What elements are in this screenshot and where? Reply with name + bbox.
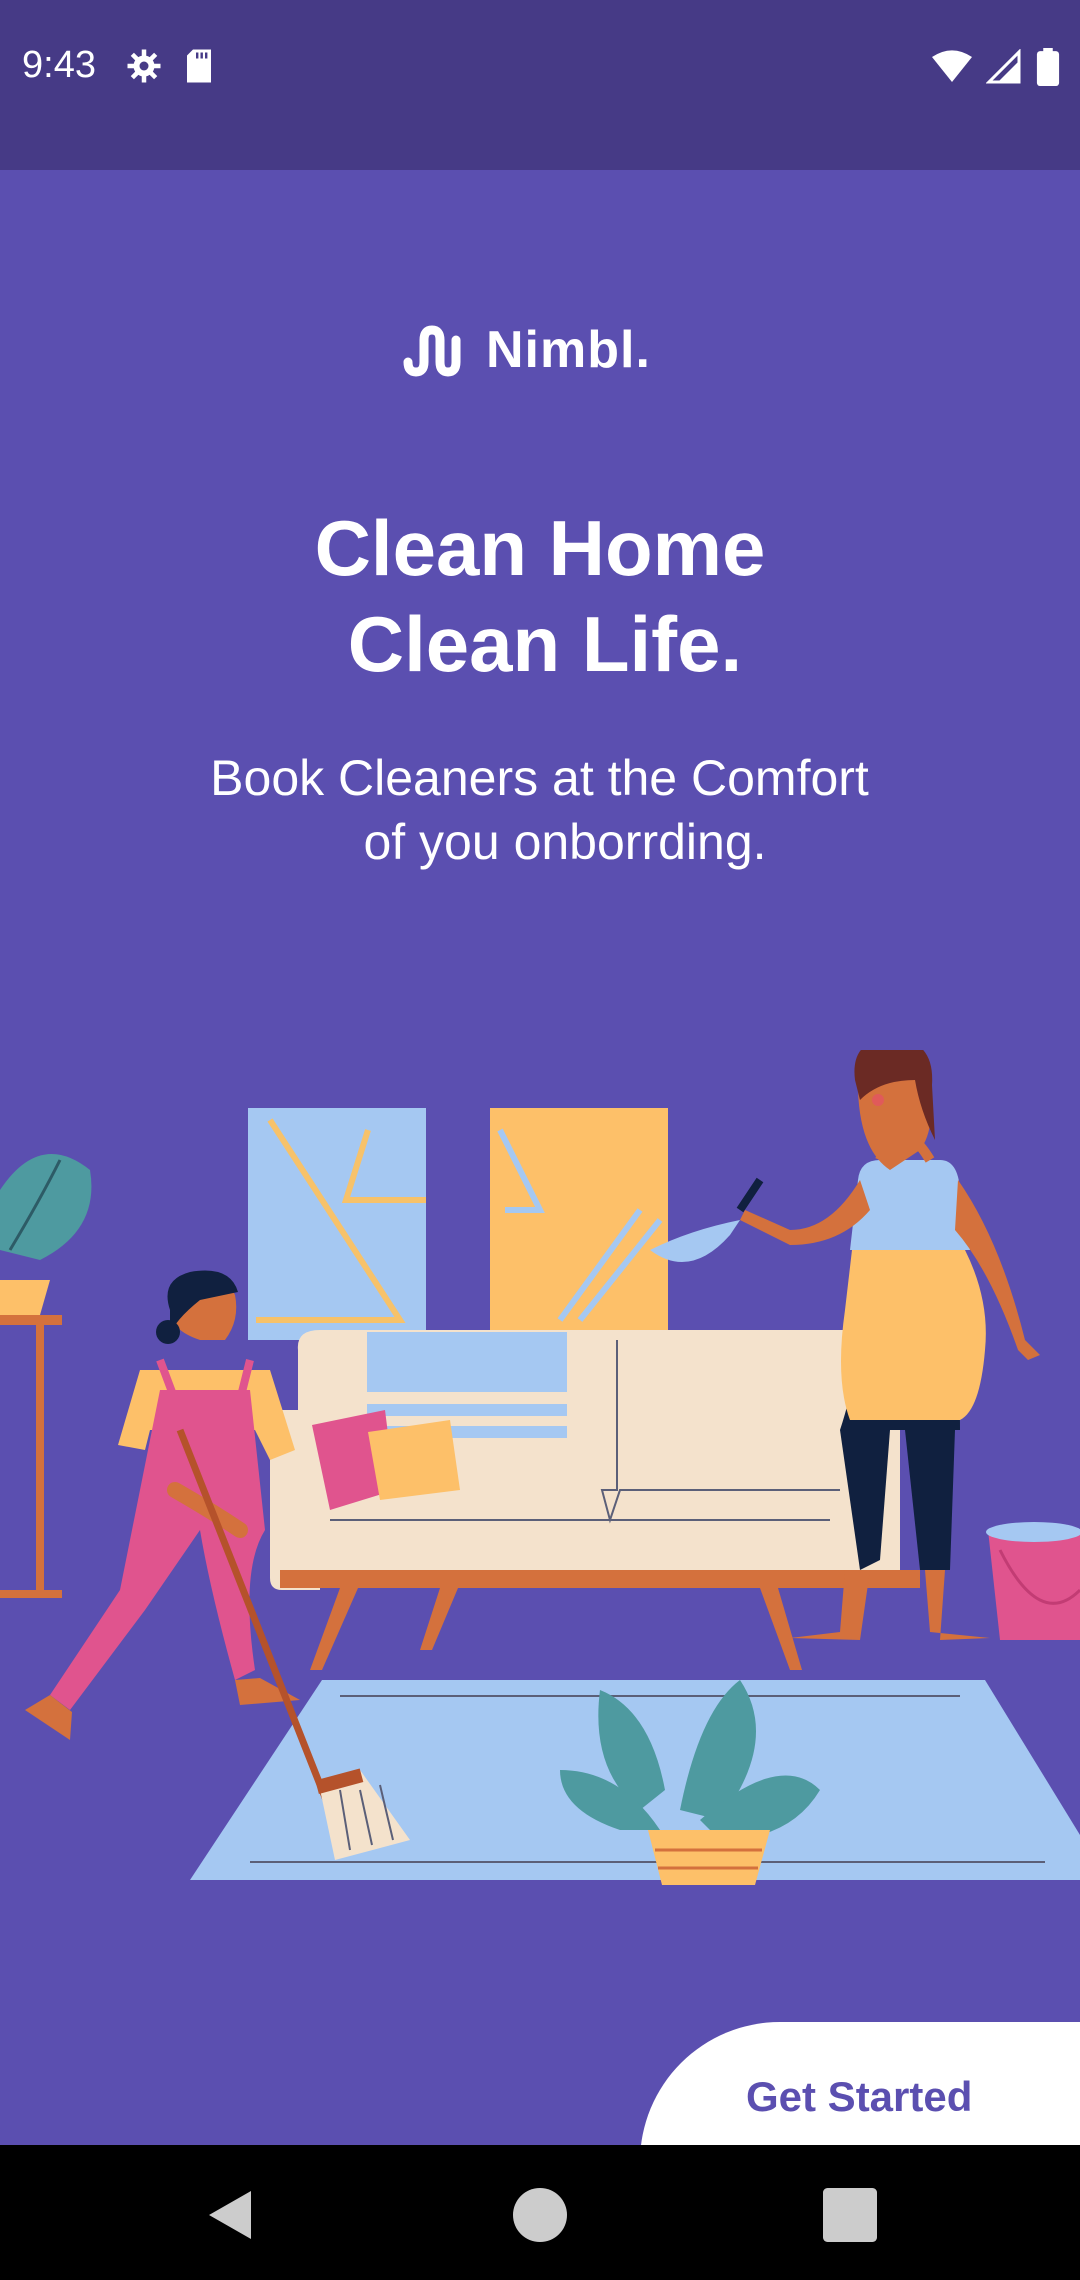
subtitle-line-2: of you onborrding. (363, 814, 767, 870)
wifi-icon (932, 50, 972, 82)
wall-art-left (248, 1108, 426, 1340)
home-icon[interactable] (510, 2185, 570, 2245)
status-bar: 9:43 (0, 0, 1080, 170)
logo-mark-icon (403, 325, 461, 377)
sofa (270, 1330, 920, 1670)
cell-signal-icon (986, 49, 1021, 84)
side-plant (0, 1154, 92, 1598)
headline: Clean Home Clean Life. (0, 500, 1080, 692)
battery-icon (1036, 48, 1060, 86)
bucket (986, 1522, 1080, 1640)
sd-card-icon (187, 49, 211, 83)
back-icon[interactable] (200, 2185, 260, 2245)
subtitle: Book Cleaners at the Comfort of you onbo… (0, 746, 1080, 874)
settings-icon (127, 49, 161, 83)
status-time: 9:43 (22, 44, 96, 86)
subtitle-line-1: Book Cleaners at the Comfort (210, 750, 869, 806)
headline-line-1: Clean Home (314, 504, 766, 592)
wall-art-right (490, 1108, 668, 1340)
logo-text: Nimbl. (486, 321, 651, 379)
logo: Nimbl. (402, 320, 651, 380)
recents-icon[interactable] (820, 2185, 880, 2245)
cleaning-illustration (0, 1050, 1080, 1885)
headline-line-2: Clean Life. (347, 600, 743, 688)
onboarding-screen: Nimbl. Clean Home Clean Life. Book Clean… (0, 170, 1080, 2145)
navigation-bar (0, 2145, 1080, 2280)
